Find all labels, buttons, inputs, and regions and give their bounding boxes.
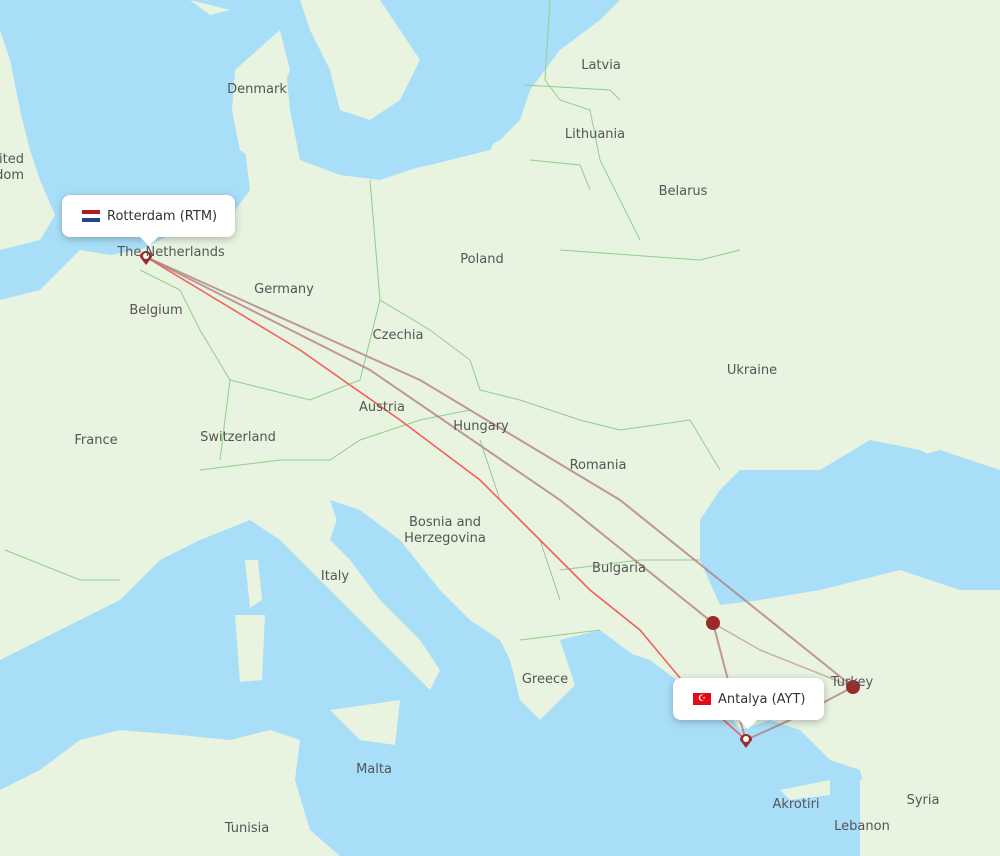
country-label: Italy [320,569,350,584]
country-label: Akrotiri [772,797,820,812]
route-map[interactable]: Latvia Denmark Lithuania United Kingdom … [0,0,1000,856]
country-label: Poland [460,252,504,267]
turkey-flag-icon: ☪ [693,693,711,705]
country-label: Romania [569,458,627,473]
origin-popup[interactable]: Rotterdam (RTM) [62,195,236,246]
country-label: Germany [254,282,314,297]
country-label: Syria [906,793,940,808]
country-label: Latvia [581,58,621,73]
origin-label: Rotterdam (RTM) [107,208,218,224]
destination-popup[interactable]: ☪ Antalya (AYT) [673,678,824,729]
country-label: United Kingdom [0,152,24,183]
country-label: Malta [356,762,392,777]
country-label: Ukraine [726,363,778,378]
country-label: Belgium [129,303,183,318]
country-label: Greece [521,672,569,687]
country-label: Switzerland [200,430,276,445]
country-label: Tunisia [224,821,270,836]
country-label: Bosnia and Herzegovina [404,515,486,546]
country-label: Turkey [830,675,874,690]
country-label: Lithuania [564,127,626,142]
destination-label: Antalya (AYT) [718,691,806,707]
country-label: Austria [359,400,405,415]
destination-pin-icon [740,734,752,748]
stopover-marker-istanbul [706,616,720,630]
country-label: Hungary [453,419,509,434]
country-label: The Netherlands [117,245,225,260]
country-label: Bulgaria [592,561,646,576]
route-direct-rtm-ayt [145,256,747,741]
country-label: Belarus [658,184,708,199]
country-label: Denmark [227,82,287,97]
netherlands-flag-icon [82,210,100,222]
country-label: Czechia [372,328,424,343]
country-label: Lebanon [834,819,890,834]
country-label: France [74,433,118,448]
